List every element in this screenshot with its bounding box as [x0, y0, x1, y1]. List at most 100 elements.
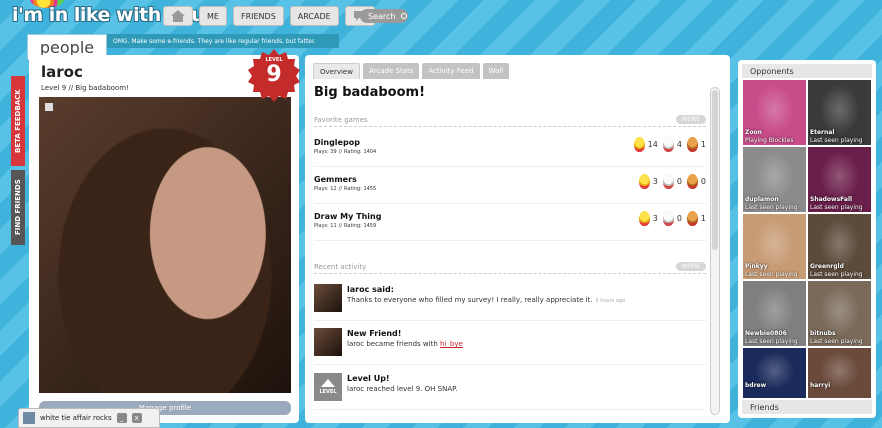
- nav-friends[interactable]: FRIENDS: [232, 6, 284, 26]
- activity-message: Thanks to everyone who filled my survey!…: [347, 296, 593, 304]
- opponents-title: Opponents: [742, 64, 872, 78]
- home-icon[interactable]: [163, 6, 193, 26]
- opponent-name[interactable]: ShadowsFall: [810, 196, 852, 203]
- level-badge-number: 9: [266, 62, 282, 87]
- favorite-games-header: Favorite games MORE: [314, 113, 706, 127]
- search-icon: [401, 13, 408, 19]
- beta-feedback-tab[interactable]: BETA FEEDBACK: [11, 76, 25, 166]
- game-name[interactable]: Dinglepop: [314, 138, 360, 147]
- favorite-games-more-button[interactable]: MORE: [676, 115, 706, 124]
- opponent-name[interactable]: Newbie0806: [745, 330, 787, 337]
- game-name[interactable]: Draw My Thing: [314, 212, 381, 221]
- tagline: OMG. Make some e-friends. They are like …: [107, 34, 339, 48]
- activity-title: New Friend!: [347, 329, 402, 338]
- opponent-status: Last seen playing: [810, 204, 863, 211]
- activity-text: laroc became friends with hi_bye: [347, 340, 697, 348]
- find-friends-tab[interactable]: FIND FRIENDS: [11, 170, 25, 245]
- medal-counts: 3 0 0: [638, 174, 706, 189]
- profile-headline: Big badaboom!: [314, 85, 425, 100]
- nav-arcade[interactable]: ARCADE: [289, 6, 339, 26]
- silver-medal-icon: [662, 174, 674, 189]
- opponent-name[interactable]: bitnubs: [810, 330, 836, 337]
- opponent-tile[interactable]: Zoon Playing Blockles: [743, 80, 806, 145]
- gold-medal: 3: [638, 174, 658, 189]
- medal-counts: 3 0 1: [638, 211, 706, 226]
- opponent-tile[interactable]: duplamon Last seen playing: [743, 147, 806, 212]
- opponent-tile[interactable]: harryi: [808, 348, 871, 398]
- close-icon[interactable]: x: [131, 413, 142, 423]
- tab-overview[interactable]: Overview: [313, 63, 360, 79]
- opponent-tile[interactable]: Eternal Last seen playing: [808, 80, 871, 145]
- recent-activity-title: Recent activity: [314, 262, 367, 271]
- opponent-tile[interactable]: Greenrgld Last seen playing: [808, 214, 871, 279]
- scrollbar-thumb[interactable]: [712, 90, 718, 250]
- overview-scrollbar[interactable]: [710, 87, 720, 415]
- avatar[interactable]: [314, 328, 342, 356]
- recent-activity-more-button[interactable]: MORE: [676, 262, 706, 271]
- opponent-tile[interactable]: Newbie0806 Last seen playing: [743, 281, 806, 346]
- chat-tab[interactable]: white tie affair rocks _ x: [18, 408, 160, 428]
- game-plays: Plays: 11: [314, 223, 337, 229]
- level-up-icon: LEVEL: [314, 373, 342, 401]
- game-plays: Plays: 12: [314, 186, 337, 192]
- opponent-name[interactable]: bdrew: [745, 382, 766, 389]
- activity-message: laroc reached level 9. OH SNAP.: [347, 385, 458, 393]
- tab-arcade-stats[interactable]: Arcade Stats: [362, 63, 420, 79]
- medal-counts: 14 4 1: [633, 137, 706, 152]
- game-name[interactable]: Gemmers: [314, 175, 357, 184]
- friends-footer[interactable]: Friends: [742, 400, 872, 414]
- opponent-name[interactable]: Eternal: [810, 129, 834, 136]
- opponent-status: Last seen playing: [745, 338, 798, 345]
- gold-medal-icon: [638, 211, 650, 226]
- activity-item: LEVEL Level Up! laroc reached level 9. O…: [314, 368, 706, 410]
- game-row[interactable]: Draw My Thing Plays: 11//Rating: 1459 3 …: [314, 205, 706, 241]
- opponent-name[interactable]: duplamon: [745, 196, 779, 203]
- opponent-tile[interactable]: bdrew: [743, 348, 806, 398]
- bronze-medal-icon: [686, 211, 698, 226]
- bronze-count: 1: [700, 214, 706, 223]
- tab-activity-feed[interactable]: Activity Feed: [422, 63, 480, 79]
- activity-title: laroc said:: [347, 285, 394, 294]
- profile-level-line: Level 9 // Big badaboom!: [41, 84, 129, 92]
- chat-label[interactable]: white tie affair rocks: [40, 414, 112, 422]
- opponent-name[interactable]: Greenrgld: [810, 263, 844, 270]
- activity-message: laroc became friends with: [347, 340, 438, 348]
- level-badge: LEVEL 9: [248, 48, 300, 102]
- activity-item: laroc said: Thanks to everyone who fille…: [314, 279, 706, 321]
- opponent-tile[interactable]: Pinkyy Last seen playing: [743, 214, 806, 279]
- silver-medal: 0: [662, 174, 682, 189]
- bronze-medal-icon: [686, 174, 698, 189]
- opponent-status: Last seen playing: [745, 204, 798, 211]
- search-button[interactable]: Search: [360, 9, 408, 23]
- opponent-name[interactable]: harryi: [810, 382, 830, 389]
- game-plays: Plays: 39: [314, 149, 337, 155]
- friend-link[interactable]: hi_bye: [440, 340, 463, 348]
- opponent-name[interactable]: Zoon: [745, 129, 762, 136]
- tab-wall[interactable]: Wall: [482, 63, 510, 79]
- profile-tabs: Overview Arcade Stats Activity Feed Wall: [313, 63, 510, 79]
- opponent-tile[interactable]: ShadowsFall Last seen playing: [808, 147, 871, 212]
- main-nav: ME FRIENDS ARCADE: [163, 6, 375, 26]
- photo-corner-icon[interactable]: [45, 103, 53, 111]
- opponent-name[interactable]: Pinkyy: [745, 263, 768, 270]
- opponent-status: Playing Blockles: [745, 137, 794, 144]
- opponent-tile[interactable]: bitnubs Last seen playing: [808, 281, 871, 346]
- game-row[interactable]: Gemmers Plays: 12//Rating: 1455 3 0 0: [314, 168, 706, 204]
- avatar[interactable]: [314, 284, 342, 312]
- favorite-games-title: Favorite games: [314, 115, 368, 124]
- bronze-medal-icon: [686, 137, 698, 152]
- activity-time: 5 hours ago: [595, 298, 626, 304]
- activity-text: Thanks to everyone who filled my survey!…: [347, 296, 697, 304]
- game-row[interactable]: Dinglepop Plays: 39//Rating: 1404 14 4 1: [314, 131, 706, 167]
- bronze-medal: 1: [686, 137, 706, 152]
- profile-photo: [39, 97, 291, 393]
- profile-name: laroc: [41, 63, 83, 81]
- game-stats: Plays: 39//Rating: 1404: [314, 149, 377, 155]
- minimize-icon[interactable]: _: [116, 413, 127, 423]
- opponent-status: Last seen playing: [810, 137, 863, 144]
- opponents-panel: Opponents Zoon Playing Blockles Eternal Las…: [738, 60, 876, 418]
- opponent-status: Last seen playing: [810, 271, 863, 278]
- silver-count: 4: [676, 140, 682, 149]
- chat-avatar: [23, 412, 35, 424]
- nav-me[interactable]: ME: [199, 6, 227, 26]
